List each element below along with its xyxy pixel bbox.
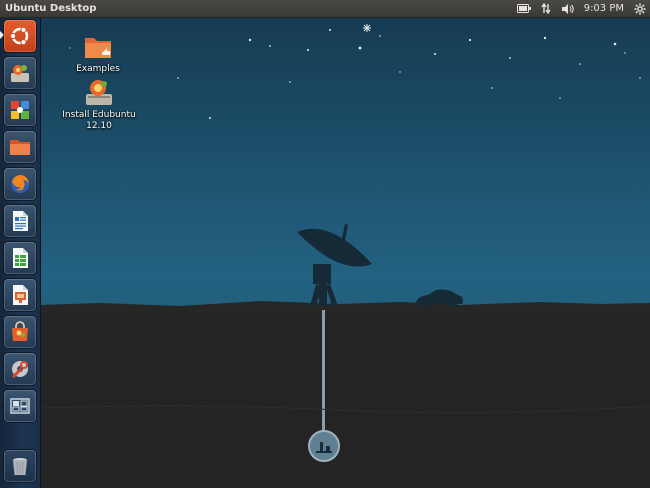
home-folder-button[interactable] (4, 131, 36, 163)
impress-icon (13, 285, 28, 305)
top-panel: Ubuntu Desktop 9:03 PM (0, 0, 650, 18)
software-center-icon (11, 65, 29, 82)
unity-launcher (0, 18, 41, 488)
libreoffice-impress-button[interactable] (4, 279, 36, 311)
firefox-button[interactable] (4, 168, 36, 200)
underground-bunker (308, 430, 340, 462)
software-center-button[interactable] (4, 57, 36, 89)
stars (69, 29, 641, 119)
dash-home-button[interactable] (4, 20, 36, 52)
puzzle-icon (11, 101, 29, 119)
ubuntu-logo-icon (9, 26, 29, 46)
libreoffice-writer-button[interactable] (4, 205, 36, 237)
desktop-wallpaper[interactable]: Examples Install Edubuntu 12.10 (40, 18, 650, 488)
system-settings-button[interactable] (4, 353, 36, 385)
sparkle-star (363, 24, 371, 32)
calc-icon (13, 248, 28, 268)
examples-folder[interactable]: Examples (60, 32, 136, 75)
trash-icon (13, 458, 27, 475)
install-label-line1: Install Edubuntu (62, 110, 136, 120)
cable-shaft (322, 310, 325, 435)
window-title: Ubuntu Desktop (5, 3, 97, 14)
session-gear-icon[interactable] (634, 0, 646, 17)
install-edubuntu-launcher[interactable]: Install Edubuntu 12.10 (54, 78, 144, 132)
examples-label: Examples (76, 64, 120, 74)
settings-wrench-icon (11, 361, 28, 379)
examples-folder-icon (85, 38, 111, 58)
firefox-icon (11, 175, 29, 193)
edubuntu-menu-button[interactable] (4, 94, 36, 126)
volume-icon[interactable] (561, 0, 574, 17)
writer-icon (13, 211, 28, 231)
satellite-dish (297, 224, 372, 306)
battery-icon[interactable] (516, 0, 531, 17)
libreoffice-calc-button[interactable] (4, 242, 36, 274)
software-bag-button[interactable] (4, 316, 36, 348)
shopping-bag-icon (12, 321, 28, 341)
workspaces-icon (10, 398, 30, 414)
workspace-switcher-button[interactable] (4, 390, 36, 422)
clock[interactable]: 9:03 PM (584, 0, 624, 17)
network-transfer-icon[interactable] (541, 0, 551, 17)
trash-button[interactable] (4, 450, 36, 482)
install-label-line2: 12.10 (86, 121, 112, 131)
folder-icon (10, 140, 30, 155)
indicator-area: 9:03 PM (516, 0, 646, 17)
installer-icon (86, 80, 112, 105)
